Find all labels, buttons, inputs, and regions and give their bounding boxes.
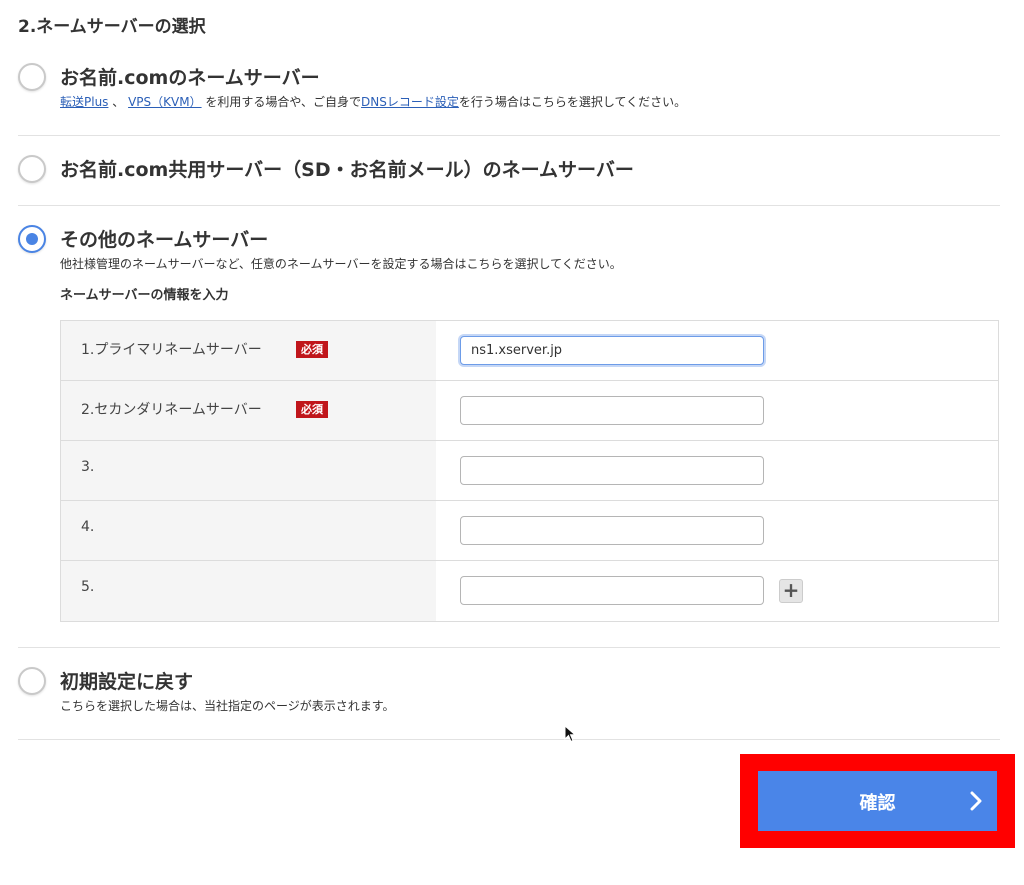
ns-row-2-label: 2.セカンダリネームサーバー bbox=[81, 402, 262, 418]
option-other-ns-label: その他のネームサーバー bbox=[60, 229, 269, 251]
ns-info-heading: ネームサーバーの情報を入力 bbox=[60, 288, 229, 303]
link-tenso-plus[interactable]: 転送Plus bbox=[60, 95, 108, 109]
option-shared-server-ns[interactable]: お名前.com共用サーバー（SD・お名前メール）のネームサーバー bbox=[18, 155, 1000, 185]
radio-shared-server-ns[interactable] bbox=[18, 155, 46, 183]
ns-row-3-label: 3. bbox=[81, 459, 95, 475]
ns-4-input[interactable] bbox=[460, 516, 764, 545]
option-reset-default-label: 初期設定に戻す bbox=[60, 671, 194, 693]
confirm-button-label: 確認 bbox=[859, 793, 896, 813]
ns-row-5: 5. + bbox=[61, 561, 998, 621]
required-badge: 必須 bbox=[296, 401, 328, 418]
divider bbox=[18, 205, 1000, 206]
divider bbox=[18, 647, 1000, 648]
ns-row-1: 1.プライマリネームサーバー 必須 bbox=[61, 321, 998, 381]
add-ns-plus-icon[interactable]: + bbox=[779, 579, 803, 603]
option-other-ns[interactable]: その他のネームサーバー 他社様管理のネームサーバーなど、任意のネームサーバーを設… bbox=[18, 225, 1000, 275]
ns-row-4: 4. bbox=[61, 501, 998, 561]
ns-5-input[interactable] bbox=[460, 576, 764, 605]
radio-onamae-ns[interactable] bbox=[18, 63, 46, 91]
divider bbox=[18, 739, 1000, 740]
section-title: 2.ネームサーバーの選択 bbox=[18, 17, 206, 37]
option-onamae-ns-desc: 転送Plus 、 VPS（KVM） を利用する場合や、ご自身でDNSレコード設定… bbox=[60, 95, 687, 109]
option-reset-default[interactable]: 初期設定に戻す こちらを選択した場合は、当社指定のページが表示されます。 bbox=[18, 667, 1000, 717]
link-vps-kvm[interactable]: VPS（KVM） bbox=[128, 95, 202, 109]
option-reset-default-desc: こちらを選択した場合は、当社指定のページが表示されます。 bbox=[60, 699, 395, 713]
required-badge: 必須 bbox=[296, 341, 328, 358]
divider bbox=[18, 135, 1000, 136]
chevron-right-icon bbox=[970, 791, 982, 811]
option-shared-server-ns-label: お名前.com共用サーバー（SD・お名前メール）のネームサーバー bbox=[60, 159, 634, 181]
option-onamae-ns-label: お名前.comのネームサーバー bbox=[60, 67, 320, 89]
ns-row-4-label: 4. bbox=[81, 519, 95, 535]
ns-input-table: 1.プライマリネームサーバー 必須 2.セカンダリネームサーバー 必須 3. 4… bbox=[60, 320, 999, 622]
option-onamae-ns[interactable]: お名前.comのネームサーバー 転送Plus 、 VPS（KVM） を利用する場… bbox=[18, 63, 1000, 113]
secondary-ns-input[interactable] bbox=[460, 396, 764, 425]
ns-row-2: 2.セカンダリネームサーバー 必須 bbox=[61, 381, 998, 441]
radio-other-ns[interactable] bbox=[18, 225, 46, 253]
primary-ns-input[interactable] bbox=[460, 336, 764, 365]
mouse-cursor-icon bbox=[564, 725, 576, 743]
ns-3-input[interactable] bbox=[460, 456, 764, 485]
option-other-ns-desc: 他社様管理のネームサーバーなど、任意のネームサーバーを設定する場合はこちらを選択… bbox=[60, 257, 622, 271]
radio-reset-default[interactable] bbox=[18, 667, 46, 695]
link-dns-record[interactable]: DNSレコード設定 bbox=[361, 95, 459, 109]
ns-row-5-label: 5. bbox=[81, 579, 95, 595]
confirm-button[interactable]: 確認 bbox=[758, 771, 997, 831]
ns-row-3: 3. bbox=[61, 441, 998, 501]
ns-row-1-label: 1.プライマリネームサーバー bbox=[81, 342, 262, 358]
